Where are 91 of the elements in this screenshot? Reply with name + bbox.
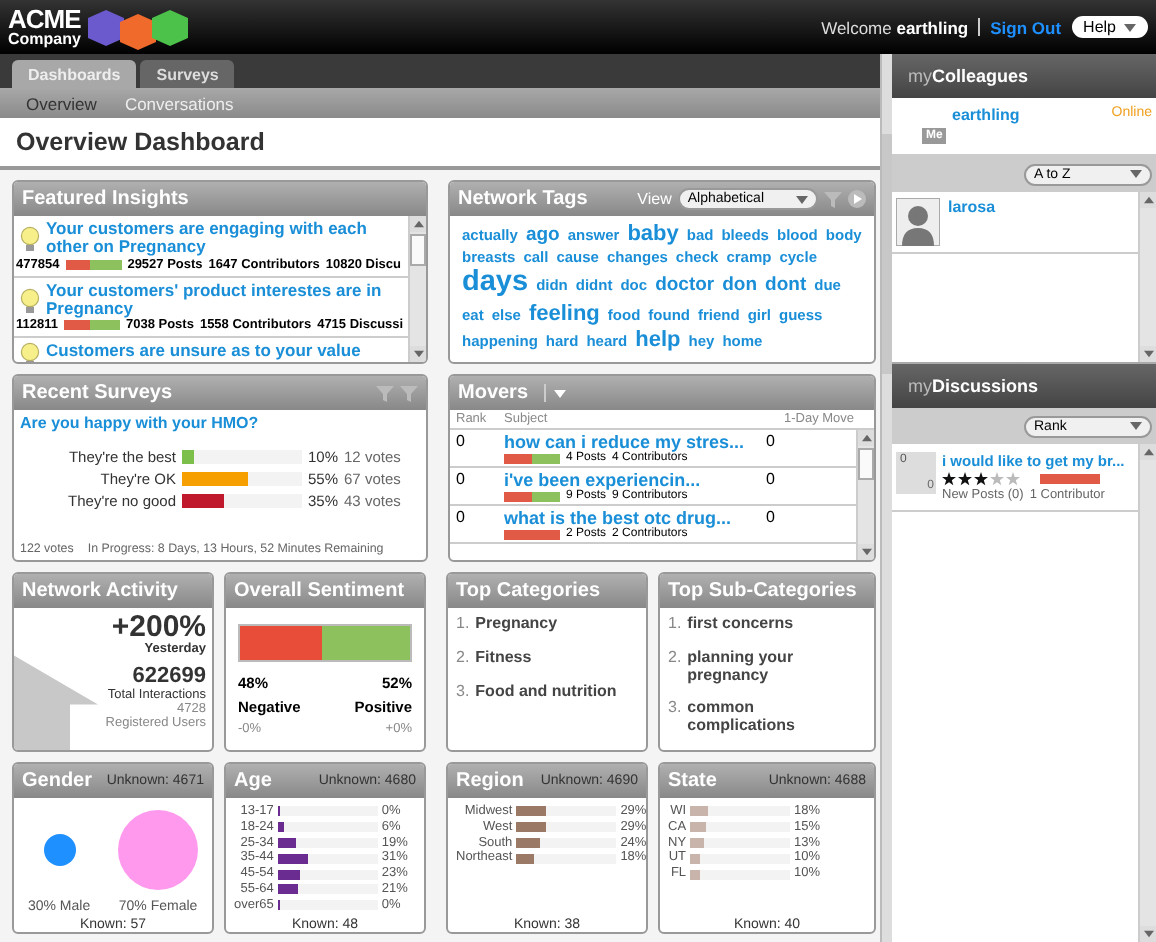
caret-icon	[796, 195, 808, 203]
scroll-thumb[interactable]	[410, 234, 426, 266]
insight-link[interactable]: Your customers' product interestes are in Pregnancy	[40, 281, 406, 319]
panel-title: Recent Surveys	[22, 382, 173, 404]
item-number: 3.	[668, 700, 682, 721]
sentiment-bar	[504, 491, 560, 501]
tag-link[interactable]: ago	[525, 224, 560, 247]
panel-title: Top Categories	[456, 580, 601, 602]
logo-text: ACME Company	[8, 8, 81, 46]
panel-title: Top Sub-Categories	[668, 580, 857, 602]
scrollbar[interactable]	[408, 216, 426, 362]
tag-link[interactable]: help	[635, 327, 681, 354]
page-title: Overview Dashboard	[0, 118, 880, 170]
category-item: Pregnancy	[475, 616, 558, 634]
rank-cell-text: 0	[456, 432, 467, 454]
move-cell-text: 0	[764, 470, 777, 492]
welcome-text: Welcome earthling	[821, 17, 969, 37]
tag-link[interactable]: days	[462, 266, 529, 302]
tag-link[interactable]: doctor	[655, 274, 715, 298]
sentiment-bar	[63, 320, 120, 331]
item-number: 3.	[456, 683, 470, 701]
sign-out-link[interactable]: Sign Out	[990, 17, 1062, 37]
caret-icon	[1130, 422, 1142, 430]
panel-title: Overall Sentiment	[234, 580, 405, 602]
scroll-down-icon[interactable]	[861, 548, 871, 556]
panel-title: Network Tags	[458, 188, 588, 210]
caret-icon	[554, 389, 567, 397]
scrollbar[interactable]	[856, 430, 874, 560]
scroll-up-icon[interactable]	[861, 434, 871, 442]
category-item: common complications	[687, 700, 797, 736]
subject-link[interactable]: how can i reduce my stres...	[504, 432, 745, 452]
item-number: 1.	[456, 616, 470, 634]
scroll-up-icon[interactable]	[1143, 196, 1153, 204]
sentiment-bar	[504, 453, 560, 463]
view-label: View	[637, 190, 672, 208]
help-dropdown[interactable]: Help	[1071, 16, 1148, 38]
rank-cell-text: 0	[456, 470, 467, 492]
panel-title: Movers	[458, 382, 529, 404]
move-cell-text: 0	[764, 432, 777, 454]
scroll-down-icon[interactable]	[1143, 350, 1153, 358]
insight-link[interactable]: Your customers are engaging with each other on Pregnancy	[40, 220, 406, 258]
panel-title: Network Activity	[22, 580, 178, 602]
survey-question[interactable]: Are you happy with your HMO?	[20, 414, 420, 432]
subject-link[interactable]: i've been experiencin...	[504, 470, 701, 490]
tag-link[interactable]: baby	[627, 222, 679, 249]
rank-cell-text: 0	[456, 508, 467, 530]
section-title: myColleagues	[908, 66, 1029, 86]
caret-icon	[1124, 23, 1136, 31]
item-number: 1.	[668, 616, 682, 634]
scroll-up-icon[interactable]	[1143, 448, 1153, 456]
scrollbar[interactable]	[1138, 192, 1156, 362]
scroll-down-icon[interactable]	[413, 350, 423, 358]
nav-tab[interactable]: Surveys	[140, 60, 235, 88]
colleague-link[interactable]: larosa	[948, 198, 996, 246]
caret-icon	[1130, 170, 1142, 178]
item-number: 2.	[668, 649, 682, 670]
avatar-icon	[896, 198, 940, 246]
insight-link[interactable]: Customers are unsure as to your value	[40, 342, 406, 362]
page-scrollbar[interactable]	[880, 54, 892, 942]
panel-title: Featured Insights	[22, 188, 189, 210]
tag-link[interactable]: feeling	[528, 301, 600, 328]
user-link[interactable]: earthling	[952, 106, 1020, 124]
filter-icon[interactable]	[824, 190, 842, 208]
subnav-link[interactable]: Overview	[26, 93, 97, 113]
lightbulb-icon	[20, 225, 40, 252]
scroll-down-icon[interactable]	[1143, 930, 1153, 938]
nav-tab[interactable]: Dashboards	[12, 60, 137, 88]
section-title: myDiscussions	[908, 376, 1039, 396]
category-item: Fitness	[475, 649, 532, 668]
category-item: first concerns	[687, 616, 794, 634]
category-item: planning your pregnancy	[687, 649, 796, 685]
interactions-count: 622699	[132, 664, 206, 688]
sentiment-bar	[504, 529, 560, 539]
scrollbar[interactable]	[1138, 444, 1156, 942]
scroll-thumb[interactable]	[858, 448, 874, 480]
subnav-link[interactable]: Conversations	[124, 93, 234, 113]
sentiment-bar	[65, 259, 122, 270]
tag-link[interactable]: dont	[765, 274, 807, 298]
panel-title: State	[668, 770, 717, 792]
change-percent: +200%	[111, 612, 206, 642]
scroll-up-icon[interactable]	[413, 220, 423, 228]
panel-title: Region	[456, 770, 524, 792]
panel-title: Age	[234, 770, 272, 792]
item-number: 2.	[456, 649, 470, 668]
tag-link[interactable]: don	[722, 274, 758, 298]
play-icon[interactable]	[848, 190, 866, 208]
panel-title: Gender	[22, 770, 93, 792]
move-cell-text: 0	[764, 508, 777, 530]
subject-link[interactable]: what is the best otc drug...	[504, 508, 732, 528]
category-item: Food and nutrition	[475, 683, 617, 701]
lightbulb-icon	[20, 287, 40, 314]
